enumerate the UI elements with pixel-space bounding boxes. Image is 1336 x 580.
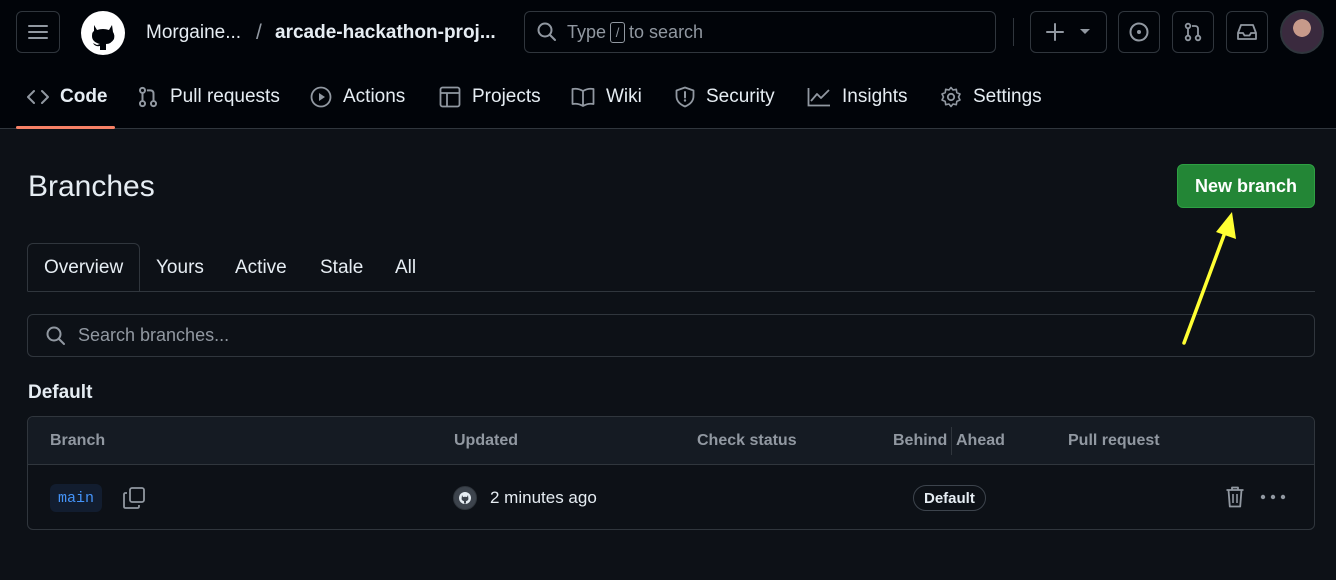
issues-button[interactable] — [1118, 11, 1160, 53]
section-title-default: Default — [28, 382, 93, 403]
tab-wiki-label: Wiki — [606, 85, 642, 107]
tab-code[interactable]: Code — [27, 64, 108, 129]
tab-insights[interactable]: Insights — [807, 64, 907, 129]
default-badge: Default — [913, 485, 986, 511]
col-behind: Behind — [893, 432, 948, 449]
updated-time: 2 minutes ago — [490, 488, 597, 507]
breadcrumb-separator: / — [256, 21, 262, 44]
book-icon — [571, 87, 595, 107]
tab-pull-requests-label: Pull requests — [170, 85, 280, 107]
pull-requests-button[interactable] — [1172, 11, 1214, 53]
global-search-input[interactable]: Type / to search — [524, 11, 996, 53]
new-branch-button[interactable]: New branch — [1177, 164, 1315, 208]
header-divider — [1013, 18, 1014, 46]
tab-security-label: Security — [706, 85, 775, 107]
tab-actions[interactable]: Actions — [310, 64, 405, 129]
hamburger-icon — [28, 25, 48, 39]
col-branch: Branch — [50, 432, 106, 449]
breadcrumb-owner[interactable]: Morgaine... — [146, 22, 241, 44]
chevron-down-icon — [1079, 29, 1090, 34]
copy-icon[interactable] — [122, 486, 146, 510]
committer-avatar[interactable] — [453, 486, 477, 510]
breadcrumb-repo[interactable]: arcade-hackathon-proj... — [275, 22, 496, 44]
play-icon — [310, 86, 332, 107]
tab-yours[interactable]: Yours — [156, 243, 204, 292]
github-mark-icon — [459, 492, 471, 504]
tab-pull-requests[interactable]: Pull requests — [137, 64, 280, 129]
tab-overview[interactable]: Overview — [27, 243, 141, 292]
branches-table: Branch Updated Check status Behind Ahead… — [27, 416, 1315, 530]
tab-actions-label: Actions — [343, 85, 406, 107]
col-updated: Updated — [454, 432, 518, 449]
table-header: Branch Updated Check status Behind Ahead… — [28, 417, 1314, 465]
inbox-icon — [1237, 24, 1257, 40]
tab-active[interactable]: Active — [235, 243, 287, 292]
tab-code-label: Code — [60, 85, 108, 107]
annotation-arrow-icon — [1182, 212, 1236, 345]
branch-search-placeholder: Search branches... — [78, 325, 230, 345]
tab-projects[interactable]: Projects — [439, 64, 541, 129]
col-check-status: Check status — [697, 432, 797, 449]
search-suffix: to search — [629, 21, 704, 42]
branch-search-input[interactable]: Search branches... — [27, 314, 1315, 357]
code-icon — [27, 89, 49, 104]
shield-icon — [675, 86, 695, 107]
pull-request-icon — [138, 86, 158, 107]
gear-icon — [941, 86, 961, 107]
search-shortcut-key: / — [610, 21, 626, 43]
kebab-horizontal-icon[interactable] — [1260, 485, 1286, 509]
trash-icon[interactable] — [1225, 485, 1245, 509]
page-title: Branches — [28, 170, 155, 203]
branch-name-link[interactable]: main — [50, 484, 103, 512]
repo-nav: Code Pull requests Actions Projects Wiki… — [0, 64, 1336, 129]
top-bar: Morgaine... / arcade-hackathon-proj... T… — [0, 0, 1336, 64]
behind-ahead-divider — [951, 427, 952, 455]
search-icon — [537, 22, 556, 41]
col-pull-request: Pull request — [1068, 432, 1160, 449]
tabs-divider — [28, 291, 1315, 292]
inbox-button[interactable] — [1226, 11, 1268, 53]
tab-all[interactable]: All — [395, 243, 416, 292]
tab-settings[interactable]: Settings — [940, 64, 1042, 129]
pull-request-icon — [1184, 22, 1202, 42]
create-new-button[interactable] — [1030, 11, 1107, 53]
search-icon — [46, 326, 65, 345]
tab-settings-label: Settings — [973, 85, 1042, 107]
tab-projects-label: Projects — [472, 85, 541, 107]
search-prefix: Type — [567, 21, 607, 42]
issue-icon — [1129, 22, 1149, 42]
menu-button[interactable] — [16, 11, 60, 53]
table-icon — [439, 86, 461, 107]
table-row: main 2 minutes ago Default — [28, 465, 1314, 529]
tab-insights-label: Insights — [842, 85, 908, 107]
plus-icon — [1046, 23, 1065, 41]
tab-security[interactable]: Security — [675, 64, 775, 129]
active-tab-indicator — [16, 126, 115, 129]
github-logo-icon[interactable] — [80, 10, 126, 56]
graph-icon — [807, 87, 830, 106]
tab-wiki[interactable]: Wiki — [571, 64, 642, 129]
user-avatar[interactable] — [1280, 10, 1324, 54]
app-header: Morgaine... / arcade-hackathon-proj... T… — [0, 0, 1336, 129]
col-ahead: Ahead — [956, 432, 1005, 449]
tab-stale[interactable]: Stale — [320, 243, 363, 292]
